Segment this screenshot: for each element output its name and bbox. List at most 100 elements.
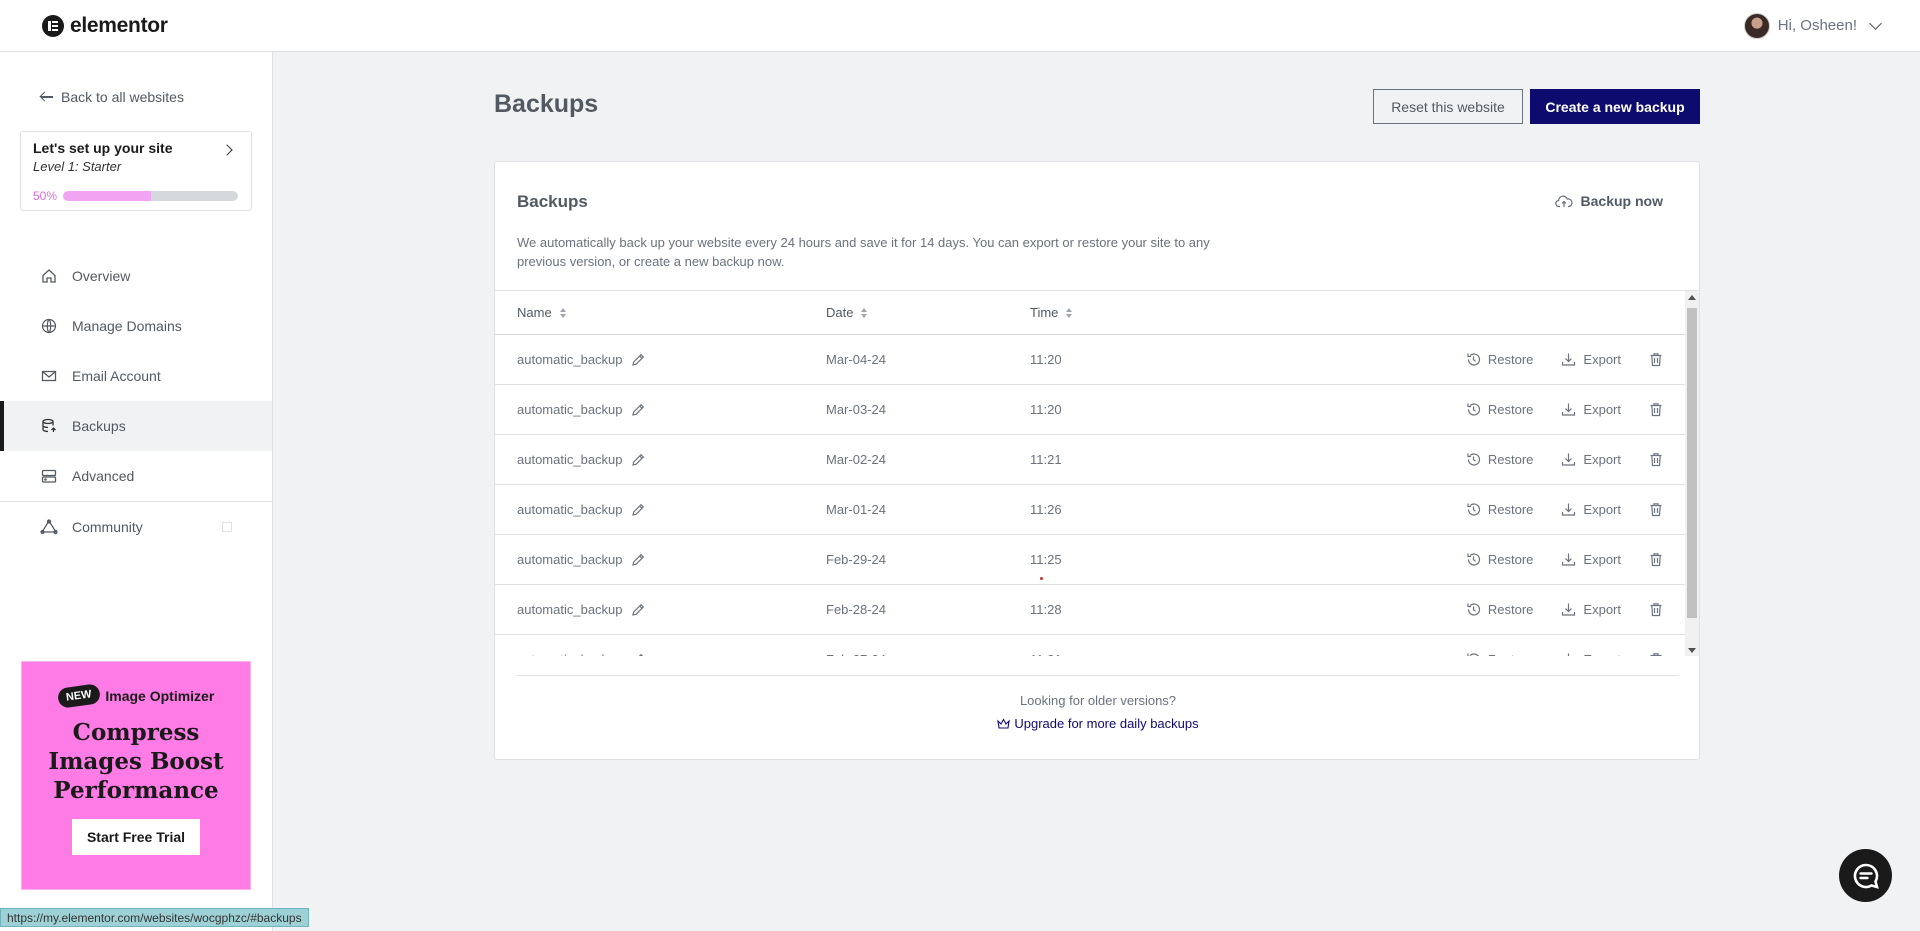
backup-now-button[interactable]: Backup now: [1554, 193, 1663, 209]
globe-icon: [40, 317, 58, 335]
sidebar-item-label: Email Account: [72, 368, 161, 384]
top-bar: elementor Hi, Osheen!: [0, 0, 1920, 52]
row-actions: Restore Export: [1330, 602, 1699, 617]
export-button[interactable]: Export: [1561, 452, 1621, 467]
table-scrollbar[interactable]: [1685, 291, 1699, 656]
restore-button[interactable]: Restore: [1466, 352, 1533, 367]
pencil-icon[interactable]: [631, 553, 645, 567]
table-row: automatic_backup Mar-02-24 11:21 Restore…: [495, 435, 1699, 485]
backup-name: automatic_backup: [517, 352, 623, 367]
backup-name: automatic_backup: [517, 652, 623, 656]
avatar: [1743, 12, 1770, 39]
reset-website-button[interactable]: Reset this website: [1373, 89, 1523, 124]
download-icon: [1568, 653, 1570, 656]
export-button[interactable]: Export: [1561, 402, 1621, 417]
column-time-header[interactable]: Time: [1030, 305, 1330, 320]
cloud-upload-icon: [1554, 195, 1573, 208]
download-icon: [1562, 403, 1576, 416]
sidebar-nav: Overview Manage Domains Email Account Ba…: [0, 251, 272, 552]
restore-button[interactable]: Restore: [1466, 552, 1533, 567]
sidebar-item-manage-domains[interactable]: Manage Domains: [0, 301, 272, 351]
promo-product-name: Image Optimizer: [105, 688, 215, 704]
backup-time: 11:25: [1030, 552, 1062, 567]
export-button[interactable]: Export: [1561, 502, 1621, 517]
history-icon: [1467, 553, 1480, 566]
elementor-logo[interactable]: elementor: [42, 14, 168, 38]
trash-icon: [1650, 453, 1662, 467]
delete-button[interactable]: [1649, 452, 1663, 467]
export-button[interactable]: Export: [1561, 352, 1621, 367]
start-free-trial-button[interactable]: Start Free Trial: [71, 819, 201, 855]
chat-button[interactable]: [1839, 849, 1892, 902]
restore-button[interactable]: Restore: [1466, 602, 1533, 617]
setup-level: Level 1: Starter: [33, 159, 122, 174]
backup-name: automatic_backup: [517, 402, 623, 417]
progress-percent: 50%: [33, 189, 58, 203]
promo-headline: Compress Images Boost Performance: [48, 719, 224, 804]
back-to-websites-link[interactable]: Back to all websites: [40, 89, 184, 105]
new-badge: NEW: [56, 683, 101, 709]
backup-date: Feb-27-24: [826, 652, 1030, 656]
trash-icon: [1650, 353, 1662, 367]
page-title: Backups: [494, 90, 599, 118]
export-button[interactable]: Export: [1561, 652, 1621, 656]
export-button[interactable]: Export: [1561, 552, 1621, 567]
column-date-header[interactable]: Date: [826, 305, 1030, 320]
create-backup-button[interactable]: Create a new backup: [1530, 89, 1700, 124]
pencil-icon[interactable]: [631, 603, 645, 617]
delete-button[interactable]: [1649, 552, 1663, 567]
restore-button[interactable]: Restore: [1466, 652, 1533, 656]
pencil-icon[interactable]: [631, 353, 645, 367]
pencil-icon[interactable]: [631, 453, 645, 467]
back-label: Back to all websites: [61, 89, 184, 105]
restore-button[interactable]: Restore: [1466, 402, 1533, 417]
history-icon: [1467, 603, 1480, 616]
upgrade-label: Upgrade for more daily backups: [1014, 716, 1199, 731]
pencil-icon[interactable]: [631, 403, 645, 417]
pencil-icon[interactable]: [631, 653, 645, 657]
delete-button[interactable]: [1649, 352, 1663, 367]
sidebar-item-email-account[interactable]: Email Account: [0, 351, 272, 401]
column-name-header[interactable]: Name: [495, 305, 826, 320]
backup-name-cell: automatic_backup: [495, 352, 826, 367]
backup-name-cell: automatic_backup: [495, 652, 826, 656]
trash-icon: [1650, 503, 1662, 517]
sidebar-item-community[interactable]: Community: [0, 502, 272, 552]
brand-name: elementor: [70, 13, 168, 37]
backup-name: automatic_backup: [517, 552, 623, 567]
table-row: automatic_backup Mar-03-24 11:20 Restore…: [495, 385, 1699, 435]
history-icon: [1467, 653, 1479, 656]
backup-time: 11:20: [1030, 402, 1062, 417]
scroll-down-arrow[interactable]: [1688, 648, 1696, 653]
delete-button[interactable]: [1649, 402, 1663, 417]
backup-time: 11:28: [1030, 602, 1062, 617]
arrow-left-icon: [40, 92, 53, 102]
delete-button[interactable]: [1649, 502, 1663, 517]
backup-date: Feb-29-24: [826, 552, 886, 567]
trash-icon: [1650, 653, 1662, 656]
delete-button[interactable]: [1649, 652, 1663, 656]
sidebar-item-label: Backups: [72, 418, 126, 434]
server-icon: [40, 467, 58, 485]
sidebar-item-advanced[interactable]: Advanced: [0, 451, 272, 501]
backup-date: Mar-03-24: [826, 402, 886, 417]
pencil-icon[interactable]: [631, 503, 645, 517]
setup-card[interactable]: Let's set up your site Level 1: Starter …: [20, 131, 252, 211]
upgrade-link[interactable]: Upgrade for more daily backups: [517, 716, 1679, 731]
sidebar-item-backups[interactable]: Backups: [0, 401, 272, 451]
backup-date: Mar-01-24: [826, 502, 886, 517]
user-menu[interactable]: Hi, Osheen!: [1743, 12, 1882, 39]
row-actions: Restore Export: [1330, 402, 1699, 417]
scroll-thumb[interactable]: [1687, 308, 1697, 618]
export-button[interactable]: Export: [1561, 602, 1621, 617]
sidebar-item-label: Manage Domains: [72, 318, 182, 334]
delete-button[interactable]: [1649, 602, 1663, 617]
restore-button[interactable]: Restore: [1466, 502, 1533, 517]
history-icon: [1467, 353, 1480, 366]
home-icon: [40, 267, 58, 285]
sidebar-item-overview[interactable]: Overview: [0, 251, 272, 301]
backup-name: automatic_backup: [517, 602, 623, 617]
restore-button[interactable]: Restore: [1466, 452, 1533, 467]
table-row: automatic_backup Feb-27-24 11:21 Restore…: [495, 635, 1699, 656]
scroll-up-arrow[interactable]: [1688, 295, 1696, 300]
